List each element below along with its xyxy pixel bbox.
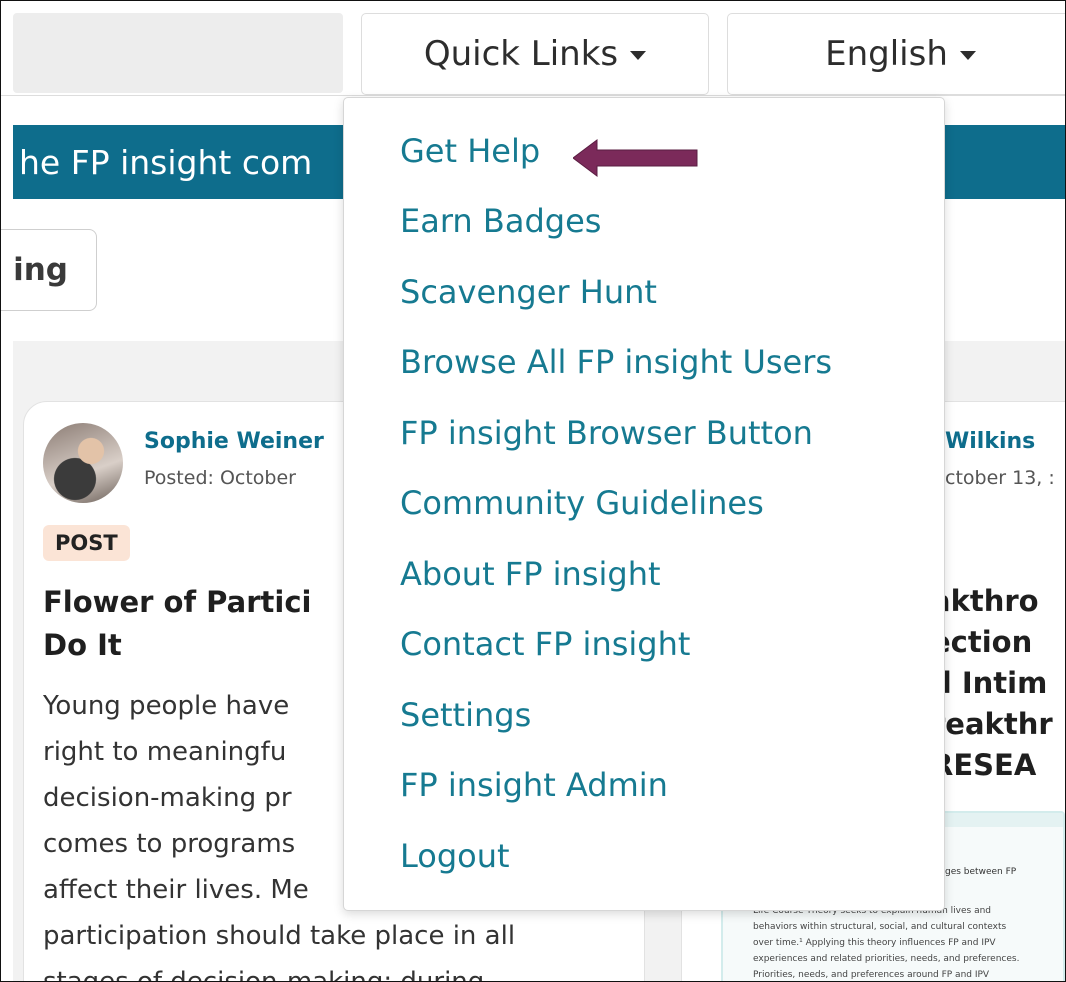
post-title[interactable]: akthro ection d Intim reakthr RESEA bbox=[931, 581, 1053, 786]
avatar[interactable] bbox=[43, 423, 123, 503]
quick-links-button[interactable]: Quick Links bbox=[361, 13, 709, 95]
quick-links-label: Quick Links bbox=[423, 34, 619, 74]
menu-item-settings[interactable]: Settings bbox=[400, 696, 531, 734]
chevron-down-icon bbox=[959, 50, 976, 60]
banner-text: he FP insight com bbox=[19, 142, 313, 182]
app-frame: Quick Links English he FP insight com in… bbox=[0, 0, 1066, 982]
thumbnail-text-line: experiences and related priorities, need… bbox=[753, 954, 1020, 964]
post-author[interactable]: Wilkins bbox=[945, 429, 1035, 454]
menu-item-scavenger-hunt[interactable]: Scavenger Hunt bbox=[400, 273, 657, 311]
post-author[interactable]: Sophie Weiner bbox=[144, 429, 324, 454]
post-title-line: Do It bbox=[43, 628, 122, 662]
menu-item-about[interactable]: About FP insight bbox=[400, 555, 661, 593]
menu-item-community-guidelines[interactable]: Community Guidelines bbox=[400, 484, 764, 522]
thumbnail-heading: ges between FP bbox=[945, 867, 1017, 877]
left-arrow-icon bbox=[573, 139, 698, 177]
menu-item-browse-users[interactable]: Browse All FP insight Users bbox=[400, 343, 832, 381]
thumbnail-text: Life Course Theory seeks to explain huma… bbox=[753, 903, 1020, 981]
post-type-badge: POST bbox=[43, 525, 130, 561]
menu-item-get-help[interactable]: Get Help bbox=[400, 132, 540, 170]
post-date: Posted: October bbox=[144, 467, 296, 489]
language-selector[interactable]: English bbox=[727, 13, 1065, 95]
thumbnail-text-line: over time.¹ Applying this theory influen… bbox=[753, 938, 996, 948]
filter-button-label: ing bbox=[13, 252, 68, 288]
menu-item-browser-button[interactable]: FP insight Browser Button bbox=[400, 414, 813, 452]
search-area[interactable] bbox=[13, 13, 343, 93]
quick-links-menu: Get Help Earn Badges Scavenger Hunt Brow… bbox=[343, 97, 945, 911]
top-navbar: Quick Links English bbox=[1, 1, 1065, 96]
menu-item-admin[interactable]: FP insight Admin bbox=[400, 766, 668, 804]
menu-item-earn-badges[interactable]: Earn Badges bbox=[400, 202, 601, 240]
menu-item-logout[interactable]: Logout bbox=[400, 837, 510, 875]
post-title-line: reakthr bbox=[931, 707, 1053, 741]
thumbnail-text-line: behaviors within structural, social, and… bbox=[753, 922, 1007, 932]
post-title-line: Flower of Partici bbox=[43, 585, 312, 619]
post-excerpt-line: stages of decision-making: during bbox=[43, 967, 485, 982]
post-title[interactable]: Flower of Partici Do It bbox=[43, 581, 311, 667]
menu-item-contact[interactable]: Contact FP insight bbox=[400, 625, 690, 663]
language-label: English bbox=[825, 34, 948, 74]
thumbnail-text-line: Priorities, needs, and preferences aroun… bbox=[753, 970, 990, 980]
filter-button[interactable]: ing bbox=[1, 229, 97, 311]
post-title-line: akthro bbox=[931, 584, 1039, 618]
post-date: ctober 13, : bbox=[945, 467, 1055, 489]
post-title-line: RESEA bbox=[931, 748, 1037, 782]
chevron-down-icon bbox=[630, 50, 647, 60]
post-title-line: d Intim bbox=[931, 666, 1048, 700]
post-excerpt-line: participation should take place in all bbox=[43, 921, 516, 951]
post-title-line: ection bbox=[931, 625, 1033, 659]
